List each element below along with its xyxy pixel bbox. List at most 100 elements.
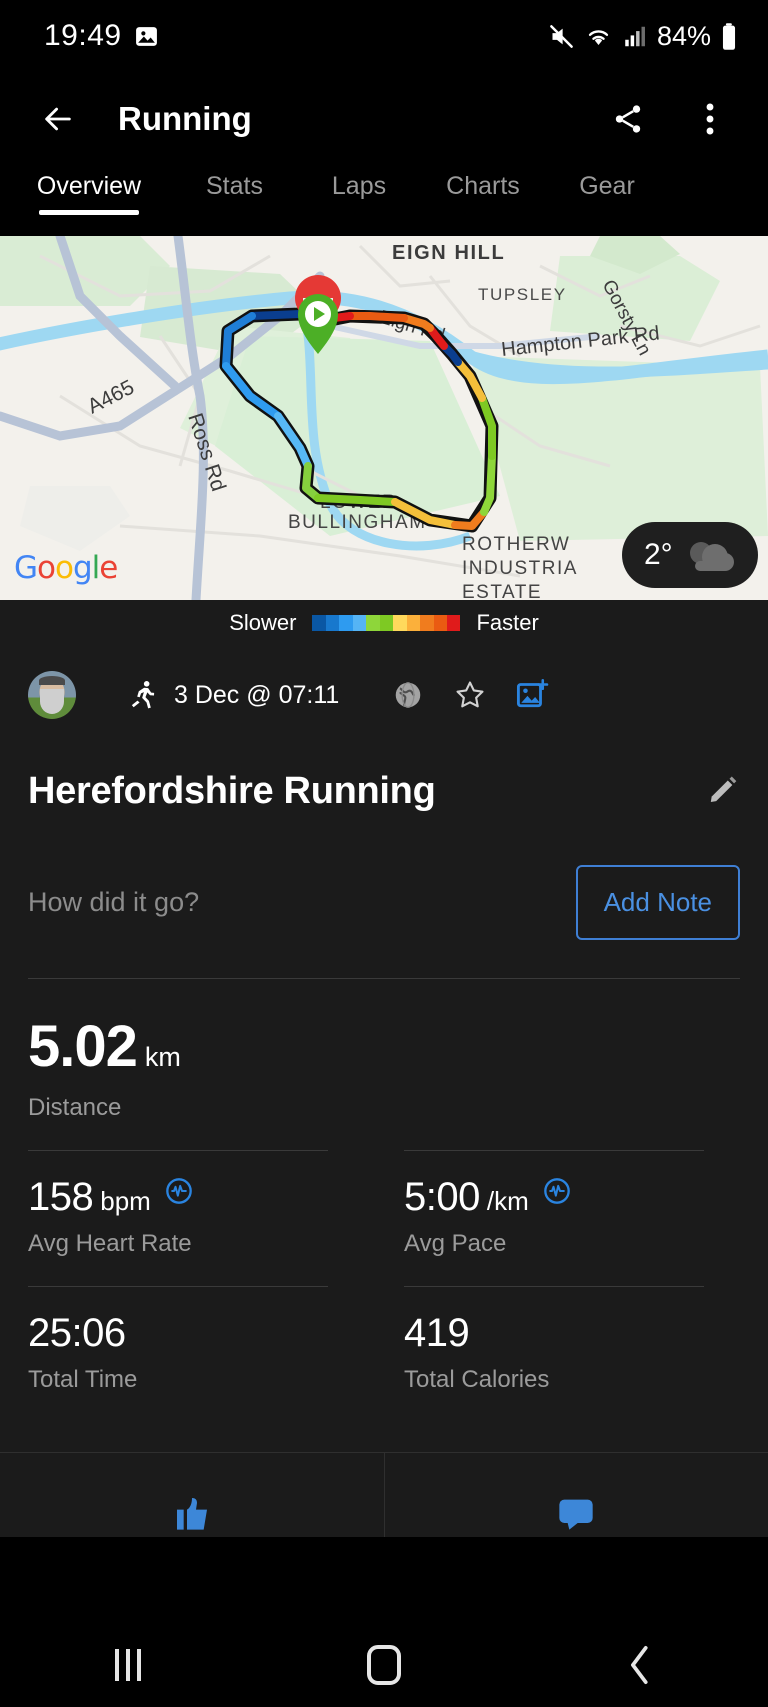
recents-icon [115,1648,141,1681]
pace-sensor-icon [543,1177,571,1205]
pace-value: 5:00 [404,1175,480,1219]
tab-stats[interactable]: Stats [172,166,297,201]
tab-charts-label: Charts [446,172,520,200]
page-title: Running [118,100,252,137]
legend-swatch [312,615,326,631]
edit-title-button[interactable] [706,772,740,811]
tab-laps[interactable]: Laps [297,166,421,201]
stat-distance: 5.02 km Distance [28,979,740,1122]
stat-total-calories: 419 Total Calories [404,1311,740,1394]
activity-datetime: 3 Dec @ 07:11 [174,680,340,709]
route-map[interactable]: EIGN HILL TUPSLEY Gorsty Ln Eign Rd Hamp… [0,236,768,600]
legend-swatch [433,615,447,631]
add-photo-button[interactable] [501,678,563,712]
overflow-menu-button[interactable] [682,91,738,147]
like-button[interactable] [0,1453,384,1537]
stat-avg-heart-rate: 158 bpm Avg Heart Rate [28,1175,364,1258]
distance-unit: km [144,1042,181,1072]
star-outline-icon [453,678,487,712]
pace-unit: /km [486,1186,529,1216]
tab-bar: Overview Stats Laps Charts Gear [0,166,768,236]
tab-stats-label: Stats [206,172,263,200]
favorite-button[interactable] [439,678,501,712]
meta-icon-group [339,678,563,712]
cell-divider [404,1286,704,1287]
svg-text:BULLINGHAM: BULLINGHAM [288,512,427,533]
privacy-button[interactable] [377,679,439,711]
cell-divider [28,1286,328,1287]
home-icon [367,1644,401,1685]
svg-text:EIGN HILL: EIGN HILL [392,242,505,264]
weather-badge: 2° [622,522,758,588]
comment-icon [554,1493,598,1533]
calories-label: Total Calories [404,1366,550,1393]
note-placeholder: How did it go? [28,887,200,917]
tab-charts[interactable]: Charts [421,166,545,201]
social-action-bar [0,1452,768,1537]
like-icon [170,1493,214,1533]
stats-column-left: 158 bpm Avg Heart Rate 25:06 Total Time [28,1150,364,1394]
avatar-hair [39,676,65,685]
add-note-button[interactable]: Add Note [575,865,740,940]
tab-laps-label: Laps [331,172,387,200]
status-time: 19:49 [44,19,122,52]
note-row: How did it go? Add Note [28,865,740,940]
tab-active-indicator [39,210,139,215]
tab-overview[interactable]: Overview [6,166,172,215]
tab-overview-label: Overview [36,172,142,200]
legend-swatch [339,615,353,631]
legend-gradient-bar [312,615,461,631]
add-photo-icon [515,678,549,712]
nav-home-button[interactable] [324,1644,444,1685]
nav-back-button[interactable] [580,1645,700,1685]
tab-gear-label: Gear [579,172,635,200]
pencil-icon [706,772,740,806]
legend-faster-label: Faster [476,610,539,635]
signal-icon [622,23,648,50]
avatar[interactable] [28,671,76,719]
heart-rate-sensor-icon [165,1177,193,1205]
activity-details: 3 Dec @ 07:11 Herefordshire Running How … [0,646,768,1520]
activity-title: Herefordshire Running [28,770,436,812]
nav-recents-button[interactable] [68,1648,188,1681]
svg-text:ROTHERW: ROTHERW [462,534,570,555]
battery-icon [720,22,738,51]
battery-percent: 84% [656,20,711,51]
activity-title-row: Herefordshire Running [28,770,740,813]
avatar-beard [40,689,64,714]
stats-column-right: 5:00/km Avg Pace 419 Total Calories [364,1150,740,1394]
calories-value: 419 [404,1311,470,1355]
wifi-icon [584,23,613,50]
pace-label: Avg Pace [404,1230,507,1257]
cell-divider [404,1150,704,1151]
running-icon [126,678,158,712]
status-bar: 19:49 84% [0,0,768,72]
cloud-icon [681,535,737,575]
legend-swatch [379,615,394,631]
more-vertical-icon [705,101,715,137]
total-time-label: Total Time [28,1366,138,1393]
legend-swatch [393,615,407,631]
back-arrow-icon [38,102,78,136]
speed-legend: Slower Faster [0,600,768,646]
app-bar: Running [0,72,768,166]
total-time-value: 25:06 [28,1311,126,1355]
weather-temperature: 2° [644,538,673,571]
image-icon [134,24,159,49]
back-button[interactable] [30,91,86,147]
svg-text:ESTATE: ESTATE [462,582,542,600]
comment-button[interactable] [383,1453,768,1537]
cell-divider [28,1150,328,1151]
activity-meta-row: 3 Dec @ 07:11 [28,646,740,732]
legend-swatch [366,615,380,631]
legend-swatch [406,615,421,631]
share-icon [611,102,645,136]
distance-value: 5.02 [28,1014,138,1079]
stats-grid: 158 bpm Avg Heart Rate 25:06 Total Time … [28,1150,740,1394]
legend-swatch [325,615,340,631]
nav-back-icon [627,1645,653,1685]
tab-gear[interactable]: Gear [545,166,669,201]
mute-icon [548,23,575,50]
google-attribution: Google [14,550,118,586]
share-button[interactable] [600,91,656,147]
